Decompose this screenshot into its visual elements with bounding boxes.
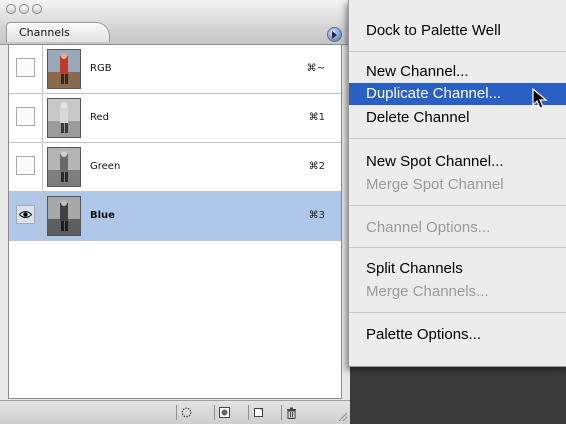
menu-item-new-spot-channel[interactable]: New Spot Channel... — [349, 151, 566, 173]
zoom-button[interactable] — [32, 4, 42, 14]
menu-item-merge-spot-channel: Merge Spot Channel — [366, 176, 504, 193]
channel-thumbnail — [47, 49, 81, 89]
menu-separator — [349, 138, 566, 139]
channel-row-rgb[interactable]: RGB ⌘~ — [9, 45, 341, 94]
channel-name: RGB — [90, 63, 112, 74]
menu-item-dock-to-palette-well[interactable]: Dock to Palette Well — [349, 20, 566, 42]
menu-separator — [349, 51, 566, 52]
menu-item-palette-options[interactable]: Palette Options... — [349, 324, 566, 346]
channel-thumbnail — [47, 196, 81, 236]
channel-shortcut: ⌘~ — [306, 63, 325, 74]
row-divider — [42, 192, 43, 240]
channel-shortcut: ⌘1 — [308, 112, 325, 123]
load-selection-button[interactable] — [176, 405, 194, 420]
menu-separator — [349, 247, 566, 248]
mouse-pointer-icon — [532, 88, 548, 109]
row-divider — [42, 45, 43, 93]
palette-flyout-menu: Dock to Palette Well New Channel... Dupl… — [348, 0, 566, 367]
resize-grip[interactable] — [337, 411, 347, 421]
menu-separator — [349, 312, 566, 313]
visibility-toggle[interactable] — [16, 58, 35, 77]
channel-row-green[interactable]: Green ⌘2 — [9, 143, 341, 192]
channels-palette: Channels RGB ⌘~ Red ⌘1 Green ⌘2 Blue ⌘3 — [0, 0, 350, 424]
delete-channel-button[interactable] — [281, 405, 299, 420]
channel-shortcut: ⌘3 — [308, 210, 325, 221]
menu-item-split-channels[interactable]: Split Channels — [349, 258, 566, 280]
row-divider — [42, 94, 43, 142]
row-divider — [42, 143, 43, 191]
visibility-toggle[interactable] — [16, 205, 35, 224]
visibility-toggle[interactable] — [16, 107, 35, 126]
eye-icon — [19, 211, 32, 218]
palette-menu-button[interactable] — [327, 27, 342, 42]
channel-thumbnail — [47, 98, 81, 138]
channel-list: RGB ⌘~ Red ⌘1 Green ⌘2 Blue ⌘3 — [8, 44, 342, 399]
new-channel-icon — [254, 408, 263, 417]
close-button[interactable] — [6, 4, 16, 14]
channel-name: Green — [90, 161, 121, 172]
tab-channels[interactable]: Channels — [6, 22, 110, 42]
channel-name: Blue — [90, 210, 115, 221]
channel-row-blue[interactable]: Blue ⌘3 — [9, 192, 341, 241]
channel-thumbnail — [47, 147, 81, 187]
load-selection-icon — [181, 407, 192, 418]
minimize-button[interactable] — [19, 4, 29, 14]
save-selection-button[interactable] — [214, 405, 232, 420]
trash-icon — [287, 407, 296, 419]
menu-separator — [349, 205, 566, 206]
flyout-arrow-icon — [332, 31, 337, 39]
save-selection-icon — [219, 407, 230, 418]
new-channel-button[interactable] — [248, 405, 266, 420]
menu-item-new-channel[interactable]: New Channel... — [349, 61, 566, 83]
channel-name: Red — [90, 112, 109, 123]
menu-item-merge-channels: Merge Channels... — [366, 283, 489, 300]
menu-item-delete-channel[interactable]: Delete Channel — [349, 107, 566, 129]
channel-row-red[interactable]: Red ⌘1 — [9, 94, 341, 143]
channel-shortcut: ⌘2 — [308, 161, 325, 172]
menu-item-channel-options: Channel Options... — [366, 219, 491, 236]
palette-bottom-bar — [0, 400, 350, 424]
visibility-toggle[interactable] — [16, 156, 35, 175]
